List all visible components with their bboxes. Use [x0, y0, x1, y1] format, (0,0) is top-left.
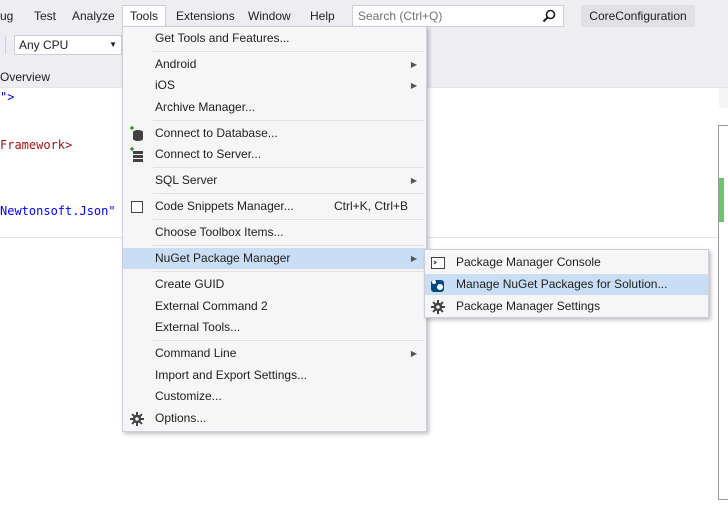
change-indicator	[719, 178, 724, 222]
menu-item-label: Options...	[155, 411, 207, 425]
submenu-arrow-icon: ▶	[410, 254, 417, 263]
code-line: Framework>	[0, 138, 72, 152]
chevron-down-icon: ▼	[109, 40, 117, 49]
database-icon	[130, 126, 143, 141]
nuget-icon	[431, 280, 444, 292]
menu-item-shortcut: Ctrl+K, Ctrl+B	[334, 199, 409, 213]
menu-item-external-tools[interactable]: External Tools...	[123, 317, 426, 338]
code-line: Newtonsoft.Json" V	[0, 204, 130, 218]
platform-value: Any CPU	[19, 38, 69, 52]
menu-item-label: Connect to Database...	[155, 126, 278, 140]
menu-separator	[153, 120, 424, 121]
menu-item-connect-server[interactable]: Connect to Server...	[123, 144, 426, 165]
menu-test[interactable]: Test	[27, 6, 63, 26]
menu-item-external-command-2[interactable]: External Command 2	[123, 296, 426, 317]
menu-separator	[153, 245, 424, 246]
menu-item-create-guid[interactable]: Create GUID	[123, 274, 426, 295]
menu-item-options[interactable]: Options...	[123, 408, 426, 429]
menu-item-ios[interactable]: iOS ▶	[123, 75, 426, 96]
menu-item-label: External Tools...	[155, 320, 241, 334]
menu-item-package-manager-console[interactable]: Package Manager Console	[425, 252, 708, 273]
menu-item-label: Connect to Server...	[155, 147, 262, 161]
platform-dropdown[interactable]: Any CPU ▼	[14, 35, 122, 55]
server-icon	[130, 147, 143, 162]
menu-item-manage-nuget-packages[interactable]: Manage NuGet Packages for Solution...	[425, 274, 708, 295]
tools-menu: Get Tools and Features... Android ▶ iOS …	[122, 26, 427, 432]
menu-separator	[153, 340, 424, 341]
menu-item-label: Manage NuGet Packages for Solution...	[456, 277, 668, 291]
menu-item-label: Customize...	[155, 389, 222, 403]
menu-item-label: Import and Export Settings...	[155, 368, 308, 382]
menu-item-android[interactable]: Android ▶	[123, 54, 426, 75]
menu-item-import-export[interactable]: Import and Export Settings...	[123, 365, 426, 386]
menu-item-archive-manager[interactable]: Archive Manager...	[123, 97, 426, 118]
submenu-arrow-icon: ▶	[410, 60, 417, 69]
menu-item-code-snippets[interactable]: Code Snippets Manager... Ctrl+K, Ctrl+B	[123, 196, 426, 217]
search-icon	[542, 9, 556, 23]
menu-item-label: iOS	[155, 78, 176, 92]
scrollbar-top	[719, 88, 728, 108]
solution-name[interactable]: CoreConfiguration	[581, 5, 695, 27]
menu-item-label: Code Snippets Manager...	[155, 199, 294, 213]
menu-debug[interactable]: ug	[0, 6, 20, 26]
menu-item-sql-server[interactable]: SQL Server ▶	[123, 170, 426, 191]
menu-extensions[interactable]: Extensions	[169, 6, 242, 26]
search-box[interactable]: Search (Ctrl+Q)	[352, 5, 564, 27]
code-token: ">	[0, 90, 15, 104]
menu-item-label: SQL Server	[155, 173, 218, 187]
menu-item-connect-database[interactable]: Connect to Database...	[123, 123, 426, 144]
menu-item-label: NuGet Package Manager	[155, 251, 291, 265]
menu-item-label: Package Manager Settings	[456, 299, 601, 313]
toolbar-separator	[0, 36, 6, 54]
gear-icon	[130, 412, 144, 426]
submenu-arrow-icon: ▶	[410, 81, 417, 90]
console-icon	[431, 257, 445, 269]
menu-item-label: Android	[155, 57, 197, 71]
menu-item-nuget[interactable]: NuGet Package Manager ▶	[123, 248, 426, 269]
menu-analyze[interactable]: Analyze	[65, 6, 122, 26]
nuget-submenu: Package Manager Console Manage NuGet Pac…	[424, 249, 709, 318]
menu-separator	[153, 271, 424, 272]
menu-item-label: Choose Toolbox Items...	[155, 225, 284, 239]
menu-item-get-tools[interactable]: Get Tools and Features...	[123, 28, 426, 49]
submenu-arrow-icon: ▶	[410, 176, 417, 185]
menu-item-label: Create GUID	[155, 277, 225, 291]
search-placeholder: Search (Ctrl+Q)	[358, 9, 443, 23]
menu-item-label: Command Line	[155, 346, 237, 360]
menu-item-label: Package Manager Console	[456, 255, 601, 269]
menu-item-command-line[interactable]: Command Line ▶	[123, 343, 426, 364]
code-line: ">	[0, 90, 14, 104]
code-token: Framework>	[0, 138, 73, 152]
checkbox-icon	[131, 201, 143, 213]
menu-item-label: External Command 2	[155, 299, 268, 313]
submenu-arrow-icon: ▶	[410, 349, 417, 358]
menu-help[interactable]: Help	[303, 6, 342, 26]
menu-item-label: Archive Manager...	[155, 100, 256, 114]
menu-item-label: Get Tools and Features...	[155, 31, 290, 45]
menu-item-choose-toolbox[interactable]: Choose Toolbox Items...	[123, 222, 426, 243]
tab-overview[interactable]: Overview	[0, 70, 50, 84]
menu-separator	[153, 51, 424, 52]
menu-separator	[153, 193, 424, 194]
menu-separator	[153, 219, 424, 220]
menu-item-package-manager-settings[interactable]: Package Manager Settings	[425, 296, 708, 317]
menu-window[interactable]: Window	[241, 6, 298, 26]
menu-separator	[153, 167, 424, 168]
menu-item-customize[interactable]: Customize...	[123, 386, 426, 407]
code-token: Newtonsoft.Json"	[0, 204, 116, 218]
gear-icon	[431, 300, 445, 314]
